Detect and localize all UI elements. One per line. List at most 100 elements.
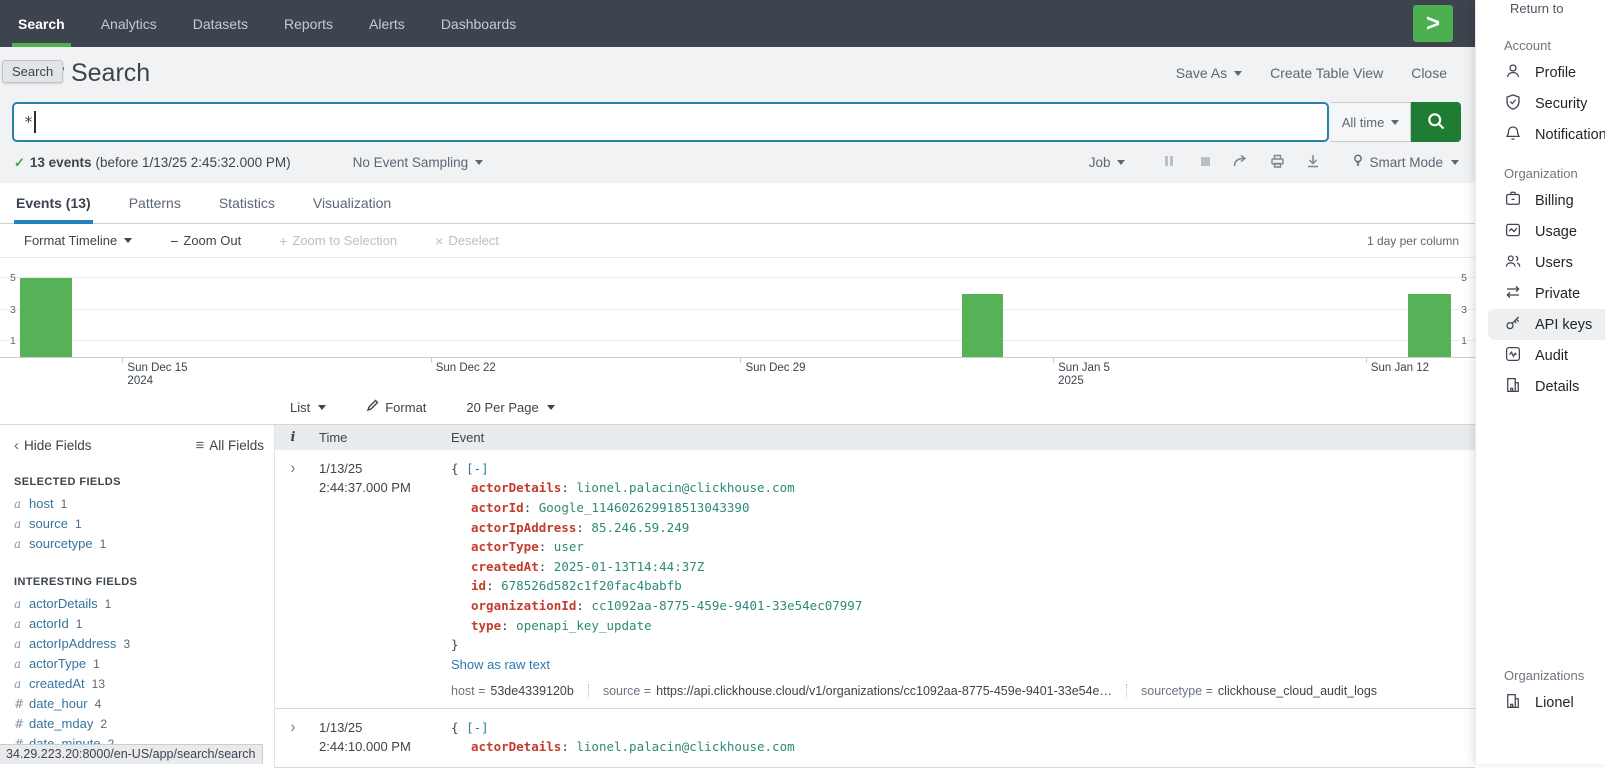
splunk-logo-icon[interactable]: >	[1413, 5, 1453, 42]
zoom-to-selection-button[interactable]: + Zoom to Selection	[279, 233, 397, 249]
y-axis-label: 5	[10, 272, 16, 284]
close-button[interactable]: Close	[1411, 65, 1447, 81]
json-value[interactable]: Google_114602629918513043390	[539, 500, 750, 515]
timeline-bar[interactable]	[1408, 294, 1451, 357]
gridline	[0, 309, 1475, 310]
create-table-view-button[interactable]: Create Table View	[1270, 65, 1383, 81]
panel-item-api-keys[interactable]: API keys	[1488, 309, 1605, 340]
json-value[interactable]: 678526d582c1f20fac4babfb	[501, 578, 682, 593]
json-value[interactable]: user	[554, 539, 584, 554]
json-value[interactable]: lionel.palacin@clickhouse.com	[576, 739, 794, 754]
show-raw-text-link[interactable]: Show as raw text	[451, 657, 550, 672]
nav-item-datasets[interactable]: Datasets	[175, 0, 266, 47]
save-as-button[interactable]: Save As	[1176, 65, 1242, 81]
panel-item-details[interactable]: Details	[1476, 371, 1605, 402]
deselect-button[interactable]: × Deselect	[435, 233, 499, 249]
stop-job-button[interactable]	[1187, 155, 1223, 170]
field-actorIpAddress[interactable]: a actorIpAddress 3	[14, 634, 264, 654]
field-type-icon: a	[14, 594, 22, 614]
expand-event-chevron-icon[interactable]: ›	[291, 716, 296, 735]
search-button[interactable]	[1411, 102, 1461, 142]
format-timeline-menu[interactable]: Format Timeline	[24, 233, 132, 248]
meta-sourcetype[interactable]: sourcetype = clickhouse_cloud_audit_logs	[1126, 684, 1391, 698]
key-icon	[1504, 314, 1522, 336]
tab-patterns[interactable]: Patterns	[127, 185, 183, 223]
export-button[interactable]	[1295, 154, 1331, 171]
panel-item-profile[interactable]: Profile	[1476, 57, 1605, 88]
json-collapse-toggle[interactable]: [-]	[466, 720, 489, 735]
return-to-link[interactable]: Return to	[1510, 1, 1563, 16]
smart-mode-label: Smart Mode	[1369, 155, 1443, 170]
json-value[interactable]: cc1092aa-8775-459e-9401-33e54ec07997	[591, 598, 862, 613]
json-collapse-toggle[interactable]: [-]	[466, 461, 489, 476]
timeline-bar[interactable]	[20, 278, 72, 357]
panel-item-organization-lionel[interactable]: Lionel	[1476, 687, 1605, 718]
interesting-fields-header: INTERESTING FIELDS	[14, 576, 264, 588]
field-createdAt[interactable]: a createdAt 13	[14, 674, 264, 694]
tab-statistics[interactable]: Statistics	[217, 185, 277, 223]
events-table: i Time Event › 1/13/25 2:44:37.000 PM { …	[275, 425, 1475, 768]
field-type-icon: #	[14, 694, 22, 714]
panel-item-private-endpoints[interactable]: Private	[1476, 278, 1605, 309]
nav-item-analytics[interactable]: Analytics	[83, 0, 175, 47]
field-date-mday[interactable]: # date_mday 2	[14, 714, 264, 734]
search-mode-menu[interactable]: Smart Mode	[1353, 154, 1459, 171]
y-axis-label: 5	[1461, 272, 1467, 284]
event-row: › 1/13/25 2:44:37.000 PM { [-] actorDeta…	[275, 450, 1475, 709]
panel-item-audit[interactable]: Audit	[1476, 340, 1605, 371]
nav-item-alerts[interactable]: Alerts	[351, 0, 423, 47]
json-value[interactable]: lionel.palacin@clickhouse.com	[576, 480, 794, 495]
panel-item-label: API keys	[1535, 317, 1592, 333]
results-list-controls: List Format 20 Per Page	[0, 390, 1475, 425]
search-input[interactable]: *	[12, 102, 1329, 142]
meta-source[interactable]: source = https://api.clickhouse.cloud/v1…	[588, 684, 1126, 698]
event-sampling-menu[interactable]: No Event Sampling	[353, 155, 484, 170]
panel-item-security[interactable]: Security	[1476, 88, 1605, 119]
field-host[interactable]: a host 1	[14, 494, 264, 514]
all-fields-button[interactable]: ≡ All Fields	[195, 437, 264, 454]
header-actions: Save As Create Table View Close	[1176, 65, 1447, 81]
field-date-hour[interactable]: # date_hour 4	[14, 694, 264, 714]
format-timeline-label: Format Timeline	[24, 233, 117, 248]
field-sourcetype[interactable]: a sourcetype 1	[14, 534, 264, 554]
panel-item-usage[interactable]: Usage	[1476, 216, 1605, 247]
field-source[interactable]: a source 1	[14, 514, 264, 534]
tab-events[interactable]: Events (13)	[14, 185, 93, 223]
time-range-picker[interactable]: All time	[1331, 102, 1411, 142]
json-value[interactable]: openapi_key_update	[516, 618, 651, 633]
share-job-button[interactable]	[1223, 154, 1259, 171]
nav-item-reports[interactable]: Reports	[266, 0, 351, 47]
nav-item-dashboards[interactable]: Dashboards	[423, 0, 535, 47]
panel-item-notifications[interactable]: Notifications	[1476, 119, 1605, 150]
zoom-to-selection-label: Zoom to Selection	[292, 233, 397, 248]
per-page-label: 20 Per Page	[466, 400, 538, 415]
panel-item-billing[interactable]: Billing	[1476, 185, 1605, 216]
field-actorDetails[interactable]: a actorDetails 1	[14, 594, 264, 614]
field-actorType[interactable]: a actorType 1	[14, 654, 264, 674]
json-open-brace: {	[451, 720, 459, 735]
title-row: Search New Search Save As Create Table V…	[0, 47, 1475, 100]
format-results-button[interactable]: Format	[366, 399, 426, 415]
json-value[interactable]: 85.246.59.249	[591, 520, 689, 535]
list-view-menu[interactable]: List	[290, 400, 326, 415]
field-count: 1	[75, 514, 82, 534]
pause-job-button[interactable]	[1151, 155, 1187, 170]
print-icon	[1270, 154, 1285, 171]
job-menu[interactable]: Job	[1089, 155, 1126, 170]
per-page-menu[interactable]: 20 Per Page	[466, 400, 554, 415]
event-body: { [-] actorDetailslionel.palacin@clickho…	[447, 718, 1475, 757]
meta-host[interactable]: host = 53de4339120b	[451, 684, 588, 698]
expand-event-chevron-icon[interactable]: ›	[291, 457, 296, 476]
selected-fields-header: SELECTED FIELDS	[14, 476, 264, 488]
nav-item-search[interactable]: Search	[0, 0, 83, 47]
event-time: 1/13/25 2:44:37.000 PM	[311, 459, 447, 698]
timeline-bar[interactable]	[962, 294, 1003, 357]
zoom-out-button[interactable]: − Zoom Out	[170, 233, 241, 249]
field-actorId[interactable]: a actorId 1	[14, 614, 264, 634]
hide-fields-button[interactable]: ‹ Hide Fields	[14, 437, 92, 454]
tab-visualization[interactable]: Visualization	[311, 185, 393, 223]
panel-item-users[interactable]: Users	[1476, 247, 1605, 278]
event-date: 1/13/25	[319, 718, 447, 737]
json-value[interactable]: 2025-01-13T14:44:37Z	[554, 559, 705, 574]
print-button[interactable]	[1259, 154, 1295, 171]
